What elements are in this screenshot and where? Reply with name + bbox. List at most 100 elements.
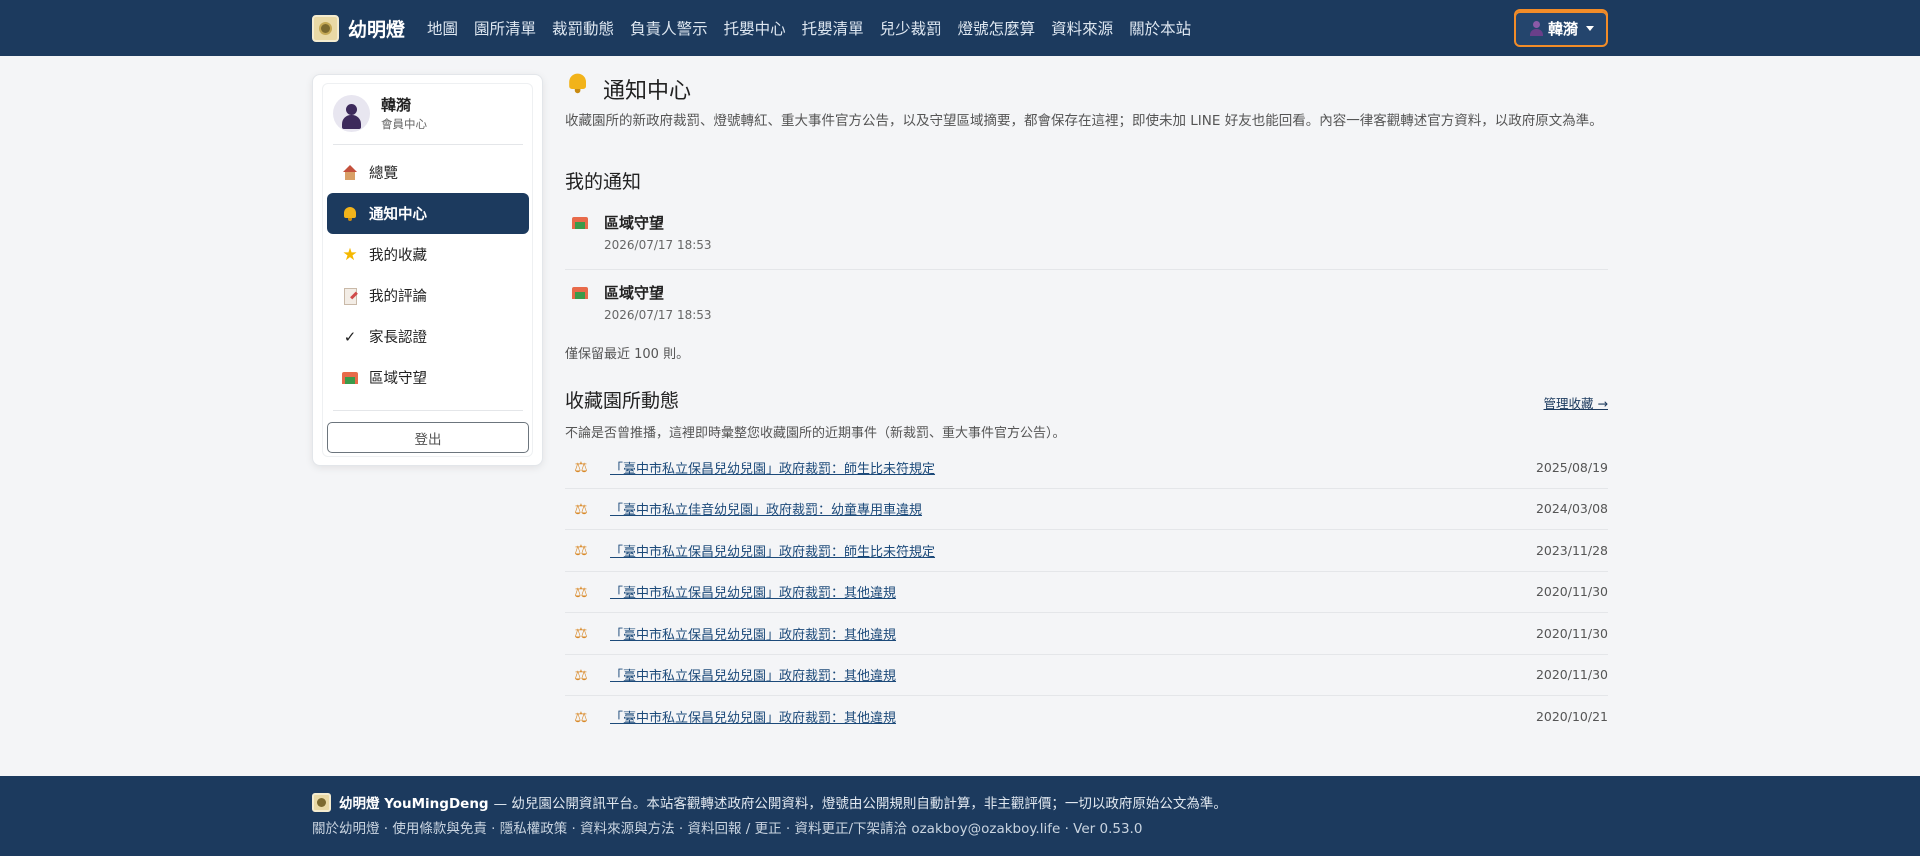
notification-title: 區域守望 [604, 214, 665, 232]
house-icon [341, 164, 359, 182]
page-title-text: 通知中心 [603, 79, 692, 104]
profile-header: 韓漪 會員中心 [333, 94, 427, 132]
sidebar-item-label: 通知中心 [369, 207, 427, 223]
brand-logo-icon [312, 14, 339, 42]
sidebar-item-favorites[interactable]: ★ 我的收藏 [327, 234, 529, 275]
school-icon [571, 214, 589, 232]
sidebar-item-label: 我的收藏 [369, 248, 427, 264]
memo-icon [341, 287, 359, 305]
footer-description: 幼明燈 YouMingDeng — 幼兒園公開資訊平台。本站客觀轉述政府公開資料… [312, 792, 1608, 812]
scale-icon: ⚖ [574, 458, 588, 477]
event-link[interactable]: 「臺中市私立保昌兒幼兒園」政府裁罰：其他違規 [610, 707, 896, 726]
nav-link-map[interactable]: 地圖 [427, 17, 458, 39]
sidebar-item-label: 總覽 [369, 166, 398, 182]
sidebar-item-reviews[interactable]: 我的評論 [327, 275, 529, 316]
nav-link-data-sources[interactable]: 資料來源 [1051, 17, 1113, 39]
nav-link-child-penalties[interactable]: 兒少裁罰 [880, 17, 942, 39]
site-footer: 幼明燈 YouMingDeng — 幼兒園公開資訊平台。本站客觀轉述政府公開資料… [0, 776, 1920, 856]
scale-icon: ⚖ [574, 624, 588, 643]
section-title-my-notifications: 我的通知 [565, 171, 642, 193]
sidebar-item-notifications[interactable]: 通知中心 [327, 193, 529, 234]
page-intro: 收藏園所的新政府裁罰、燈號轉紅、重大事件官方公告，以及守望區域摘要，都會保存在這… [565, 113, 1603, 129]
nav-link-penalty-feed[interactable]: 裁罰動態 [552, 17, 614, 39]
scale-icon: ⚖ [574, 665, 588, 684]
school-icon [571, 284, 589, 302]
sidebar-menu: 總覽 通知中心 ★ 我的收藏 我的評論 ✓ 家長認證 區域守望 [327, 152, 529, 398]
avatar [333, 94, 370, 132]
event-date: 2020/11/30 [1535, 584, 1608, 600]
brand-link[interactable]: 幼明燈 [312, 14, 406, 42]
footer-tagline: — 幼兒園公開資訊平台。本站客觀轉述政府公開資料，燈號由公開規則自動計算，非主觀… [493, 796, 1227, 812]
user-name: 韓漪 [1547, 19, 1578, 38]
bell-icon [565, 71, 601, 107]
scale-icon: ⚖ [574, 541, 588, 560]
event-link[interactable]: 「臺中市私立保昌兒幼兒園」政府裁罰：其他違規 [610, 582, 896, 601]
sidebar-item-label: 我的評論 [369, 289, 427, 305]
star-icon: ★ [342, 244, 358, 265]
top-navbar: 幼明燈 地圖 園所清單 裁罰動態 負責人警示 托嬰中心 托嬰清單 兒少裁罰 燈號… [0, 0, 1920, 56]
profile-name: 韓漪 [381, 96, 412, 114]
event-link[interactable]: 「臺中市私立保昌兒幼兒園」政府裁罰：師生比未符規定 [610, 541, 935, 560]
nav-links: 地圖 園所清單 裁罰動態 負責人警示 托嬰中心 托嬰清單 兒少裁罰 燈號怎麼算 … [419, 17, 1199, 39]
event-link[interactable]: 「臺中市私立佳音幼兒園」政府裁罰：幼童專用車違規 [610, 499, 922, 518]
event-link[interactable]: 「臺中市私立保昌兒幼兒園」政府裁罰：其他違規 [610, 624, 896, 643]
notification-item[interactable]: 區域守望 2026/07/17 18:53 [565, 200, 1608, 270]
member-sidebar: 韓漪 會員中心 總覽 通知中心 ★ 我的收藏 我的評論 ✓ 家長認證 區域守望 … [312, 74, 543, 466]
event-date: 2025/08/19 [1535, 459, 1608, 475]
sidebar-item-overview[interactable]: 總覽 [327, 152, 529, 193]
section-title-favorites: 收藏園所動態 [565, 390, 680, 412]
event-date: 2023/11/28 [1535, 542, 1608, 558]
sidebar-item-label: 家長認證 [369, 330, 427, 346]
school-icon [341, 369, 359, 387]
page-title: 通知中心 [565, 72, 691, 106]
nav-link-about[interactable]: 關於本站 [1129, 17, 1191, 39]
logout-button[interactable]: 登出 [327, 422, 529, 453]
footer-links: 關於幼明燈 · 使用條款與免責 · 隱私權政策 · 資料來源與方法 · 資料回報… [312, 817, 1608, 837]
retention-note: 僅保留最近 100 則。 [565, 347, 690, 362]
user-menu-button[interactable]: 韓漪 [1513, 9, 1608, 47]
event-date: 2020/10/21 [1535, 709, 1608, 725]
event-link[interactable]: 「臺中市私立保昌兒幼兒園」政府裁罰：其他違規 [610, 665, 896, 684]
event-date: 2024/03/08 [1535, 501, 1608, 517]
bell-icon [341, 205, 359, 223]
scale-icon: ⚖ [574, 499, 588, 518]
scale-icon: ⚖ [574, 707, 588, 726]
notification-title: 區域守望 [604, 284, 665, 302]
event-date: 2020/11/30 [1535, 625, 1608, 641]
nav-link-owner-alerts[interactable]: 負責人警示 [630, 17, 708, 39]
event-link[interactable]: 「臺中市私立保昌兒幼兒園」政府裁罰：師生比未符規定 [610, 458, 935, 477]
scale-icon: ⚖ [574, 582, 588, 601]
notification-time: 2026/07/17 18:53 [604, 238, 712, 252]
list-item: ⚖ 「臺中市私立佳音幼兒園」政府裁罰：幼童專用車違規 2024/03/08 [565, 489, 1608, 530]
event-date: 2020/11/30 [1535, 667, 1608, 683]
check-icon: ✓ [343, 327, 357, 346]
list-item: ⚖ 「臺中市私立保昌兒幼兒園」政府裁罰：其他違規 2020/11/30 [565, 572, 1608, 613]
list-item: ⚖ 「臺中市私立保昌兒幼兒園」政府裁罰：其他違規 2020/11/30 [565, 613, 1608, 655]
notification-list: 區域守望 2026/07/17 18:53 區域守望 2026/07/17 18… [565, 200, 1608, 340]
nav-link-nursery-center[interactable]: 托嬰中心 [724, 17, 786, 39]
chevron-down-icon [1586, 25, 1594, 31]
footer-brand: 幼明燈 YouMingDeng [339, 796, 489, 812]
list-item: ⚖ 「臺中市私立保昌兒幼兒園」政府裁罰：其他違規 2020/10/21 [565, 696, 1608, 738]
divider [333, 144, 523, 145]
brand-name: 幼明燈 [348, 18, 406, 41]
sidebar-item-area-watch[interactable]: 區域守望 [327, 357, 529, 398]
notification-item[interactable]: 區域守望 2026/07/17 18:53 [565, 270, 1608, 340]
brand-logo-icon [312, 792, 331, 812]
notification-time: 2026/07/17 18:53 [604, 308, 712, 322]
sidebar-item-parent-verification[interactable]: ✓ 家長認證 [327, 316, 529, 357]
footer-links-text[interactable]: 關於幼明燈 · 使用條款與免責 · 隱私權政策 · 資料來源與方法 · 資料回報… [312, 817, 1142, 837]
nav-link-nursery-list[interactable]: 托嬰清單 [802, 17, 864, 39]
list-item: ⚖ 「臺中市私立保昌兒幼兒園」政府裁罰：師生比未符規定 2023/11/28 [565, 530, 1608, 572]
divider [333, 410, 523, 411]
nav-link-kindergarten-list[interactable]: 園所清單 [474, 17, 536, 39]
list-item: ⚖ 「臺中市私立保昌兒幼兒園」政府裁罰：其他違規 2020/11/30 [565, 655, 1608, 696]
nav-link-light-rules[interactable]: 燈號怎麼算 [958, 17, 1036, 39]
user-icon [1529, 20, 1543, 36]
favorites-intro: 不論是否曾推播，這裡即時彙整您收藏園所的近期事件（新裁罰、重大事件官方公告）。 [565, 426, 1066, 441]
manage-favorites-link[interactable]: 管理收藏 → [1544, 393, 1608, 412]
list-item: ⚖ 「臺中市私立保昌兒幼兒園」政府裁罰：師生比未符規定 2025/08/19 [565, 447, 1608, 489]
favorites-event-list: ⚖ 「臺中市私立保昌兒幼兒園」政府裁罰：師生比未符規定 2025/08/19 ⚖… [565, 447, 1608, 738]
sidebar-item-label: 區域守望 [369, 371, 427, 387]
profile-subtitle: 會員中心 [381, 117, 427, 131]
